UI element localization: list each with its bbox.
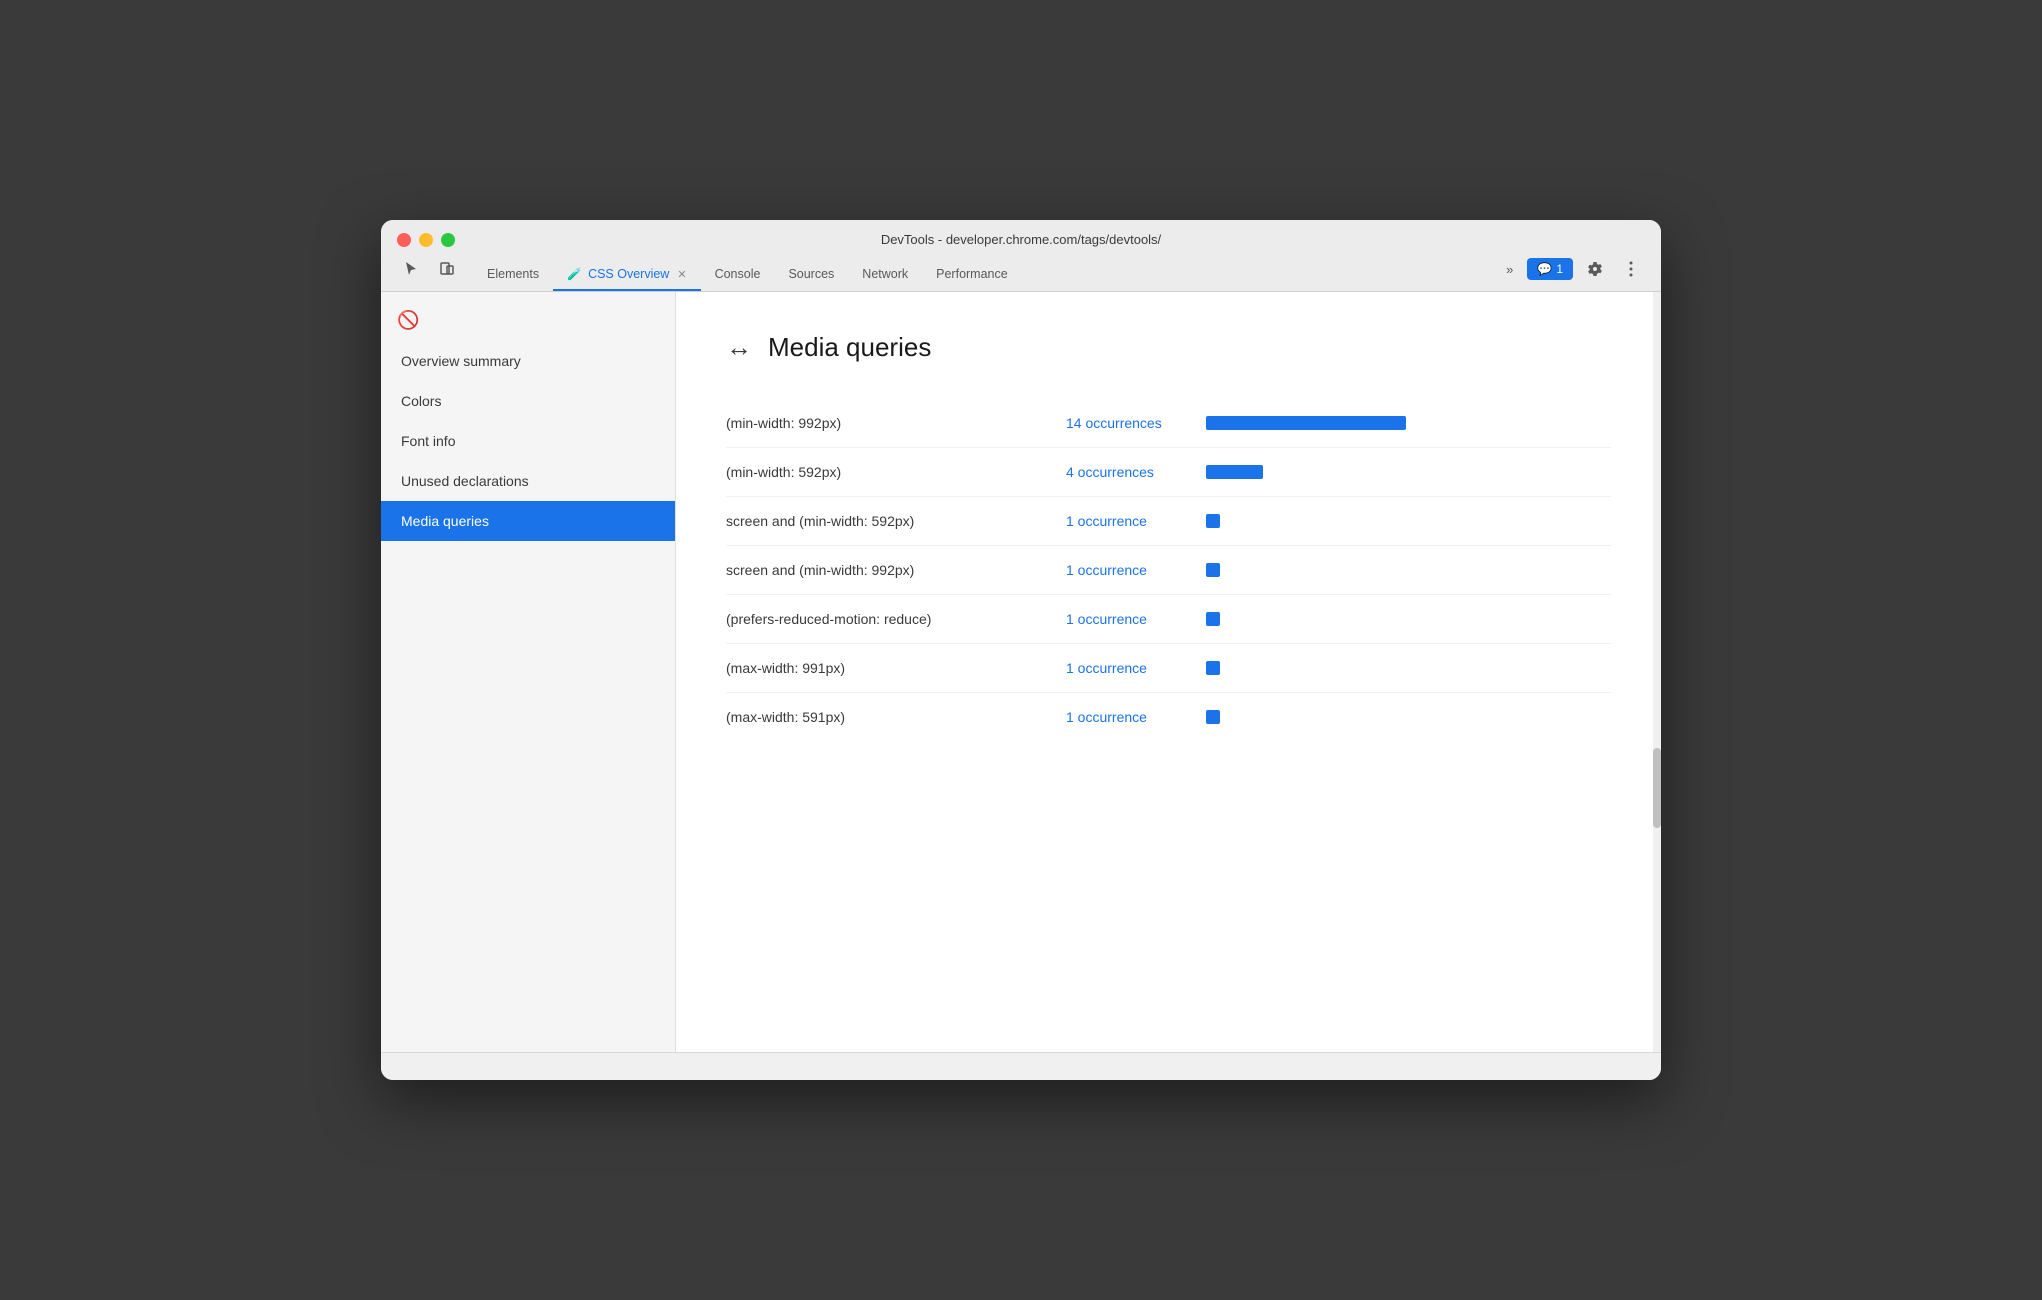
media-query-bar <box>1206 465 1263 479</box>
media-query-row: (min-width: 592px)4 occurrences <box>726 448 1611 497</box>
media-query-bar-container <box>1206 416 1406 430</box>
media-query-bar <box>1206 514 1220 528</box>
window-title: DevTools - developer.chrome.com/tags/dev… <box>881 232 1161 247</box>
media-query-occurrence[interactable]: 1 occurrence <box>1066 562 1206 578</box>
media-query-row: screen and (min-width: 592px)1 occurrenc… <box>726 497 1611 546</box>
more-options-button[interactable] <box>1617 255 1645 283</box>
sidebar-item-unused-declarations[interactable]: Unused declarations <box>381 461 675 501</box>
media-query-row: (prefers-reduced-motion: reduce)1 occurr… <box>726 595 1611 644</box>
media-query-occurrence[interactable]: 1 occurrence <box>1066 513 1206 529</box>
media-query-occurrence[interactable]: 4 occurrences <box>1066 464 1206 480</box>
media-query-bar <box>1206 416 1406 430</box>
media-query-bar-container <box>1206 612 1220 626</box>
tabs-row: Elements 🧪 CSS Overview ✕ Console Source… <box>397 255 1645 291</box>
section-header: ↔ Media queries <box>726 332 1611 363</box>
media-query-bar-container <box>1206 710 1220 724</box>
media-query-text: screen and (min-width: 592px) <box>726 513 1066 529</box>
media-query-text: (prefers-reduced-motion: reduce) <box>726 611 1066 627</box>
tabs-right-controls: » 💬 1 <box>1500 255 1645 291</box>
media-query-occurrence[interactable]: 1 occurrence <box>1066 709 1206 725</box>
media-query-bar-container <box>1206 465 1263 479</box>
scrollbar-track[interactable] <box>1653 292 1661 1052</box>
tab-performance[interactable]: Performance <box>922 259 1022 291</box>
media-query-text: (max-width: 591px) <box>726 709 1066 725</box>
sidebar-item-colors[interactable]: Colors <box>381 381 675 421</box>
media-query-bar-container <box>1206 514 1220 528</box>
media-query-row: (max-width: 991px)1 occurrence <box>726 644 1611 693</box>
tab-elements[interactable]: Elements <box>473 259 553 291</box>
media-query-text: (min-width: 992px) <box>726 415 1066 431</box>
main-content: 🚫 Overview summary Colors Font info Unus… <box>381 292 1661 1052</box>
tab-console[interactable]: Console <box>701 259 775 291</box>
media-query-bar <box>1206 612 1220 626</box>
media-query-row: screen and (min-width: 992px)1 occurrenc… <box>726 546 1611 595</box>
media-query-text: screen and (min-width: 992px) <box>726 562 1066 578</box>
sidebar: 🚫 Overview summary Colors Font info Unus… <box>381 292 676 1052</box>
media-query-text: (min-width: 592px) <box>726 464 1066 480</box>
traffic-lights <box>397 233 455 247</box>
beaker-icon: 🧪 <box>567 267 582 281</box>
feedback-icon: 💬 <box>1537 262 1552 276</box>
feedback-button[interactable]: 💬 1 <box>1527 258 1573 280</box>
settings-button[interactable] <box>1581 255 1609 283</box>
scrollbar-thumb[interactable] <box>1653 748 1661 828</box>
tab-close-icon[interactable]: ✕ <box>677 268 686 281</box>
media-query-bar <box>1206 661 1220 675</box>
media-query-occurrence[interactable]: 1 occurrence <box>1066 660 1206 676</box>
sidebar-item-overview-summary[interactable]: Overview summary <box>381 341 675 381</box>
media-queries-list: (min-width: 992px)14 occurrences(min-wid… <box>726 399 1611 741</box>
tab-sources[interactable]: Sources <box>774 259 848 291</box>
media-query-occurrence[interactable]: 1 occurrence <box>1066 611 1206 627</box>
status-bar <box>381 1052 1661 1080</box>
device-icon[interactable] <box>433 255 461 283</box>
media-query-bar-container <box>1206 661 1220 675</box>
minimize-button[interactable] <box>419 233 433 247</box>
title-bar: DevTools - developer.chrome.com/tags/dev… <box>381 220 1661 292</box>
disabled-icon: 🚫 <box>381 300 675 341</box>
panel-inner: ↔ Media queries (min-width: 992px)14 occ… <box>676 292 1661 781</box>
sidebar-item-font-info[interactable]: Font info <box>381 421 675 461</box>
media-query-row: (max-width: 591px)1 occurrence <box>726 693 1611 741</box>
tab-network[interactable]: Network <box>848 259 922 291</box>
sidebar-item-media-queries[interactable]: Media queries <box>381 501 675 541</box>
media-query-bar-container <box>1206 563 1220 577</box>
media-query-occurrence[interactable]: 14 occurrences <box>1066 415 1206 431</box>
media-query-text: (max-width: 991px) <box>726 660 1066 676</box>
more-tabs-button[interactable]: » <box>1500 258 1519 281</box>
tab-css-overview[interactable]: 🧪 CSS Overview ✕ <box>553 259 700 291</box>
section-title: Media queries <box>768 332 931 363</box>
cursor-icon[interactable] <box>397 255 425 283</box>
media-queries-icon: ↔ <box>726 332 752 363</box>
devtools-window: DevTools - developer.chrome.com/tags/dev… <box>381 220 1661 1080</box>
maximize-button[interactable] <box>441 233 455 247</box>
media-query-bar <box>1206 563 1220 577</box>
panel-content: ↔ Media queries (min-width: 992px)14 occ… <box>676 292 1661 1052</box>
media-query-bar <box>1206 710 1220 724</box>
devtools-icons <box>397 255 473 291</box>
media-query-row: (min-width: 992px)14 occurrences <box>726 399 1611 448</box>
close-button[interactable] <box>397 233 411 247</box>
